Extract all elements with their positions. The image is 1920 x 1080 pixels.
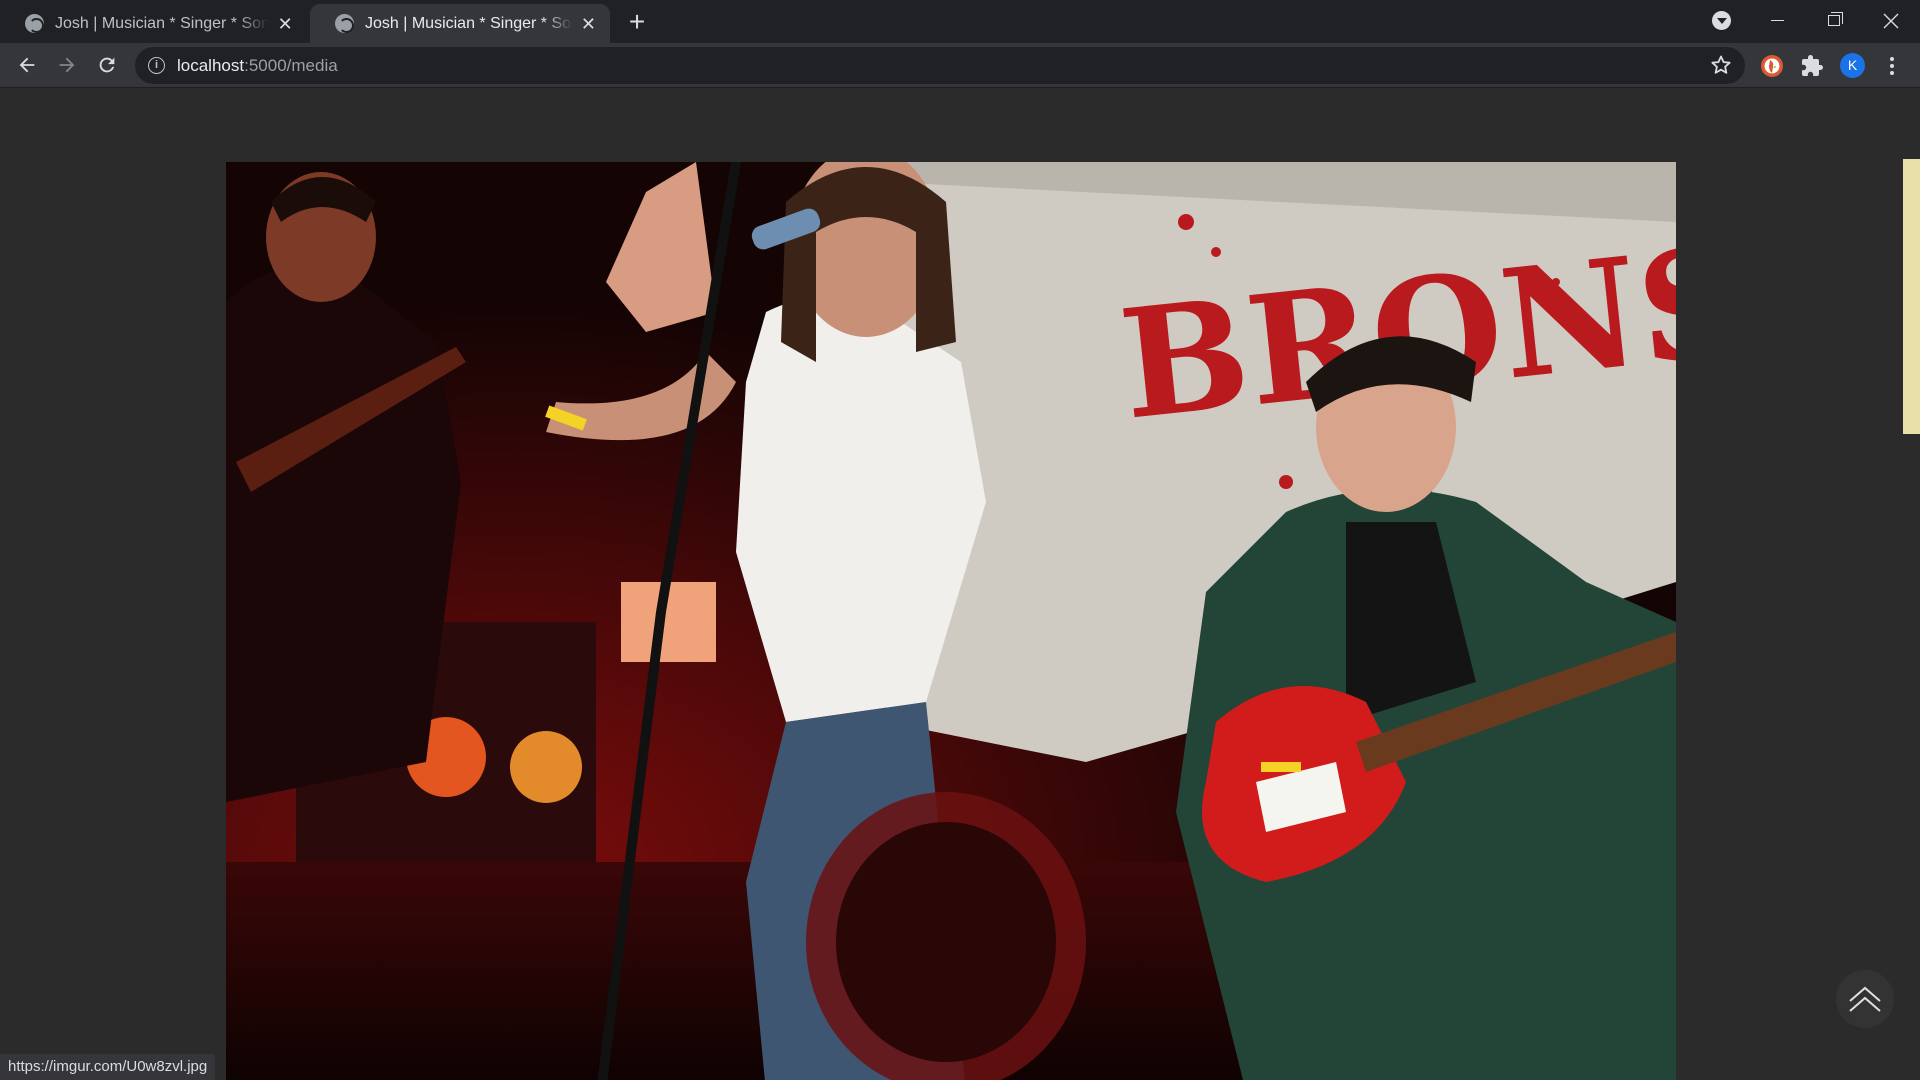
back-button[interactable] [10, 48, 44, 82]
restore-button[interactable] [1811, 4, 1857, 36]
link-status-bar: https://imgur.com/U0w8zvl.jpg [0, 1054, 216, 1080]
tab-close-icon[interactable]: ✕ [275, 14, 295, 34]
url-path: :5000/media [244, 56, 338, 75]
reload-button[interactable] [90, 48, 124, 82]
globe-icon [25, 14, 44, 33]
tab-close-icon[interactable]: ✕ [579, 14, 598, 34]
info-icon[interactable]: i [148, 57, 165, 74]
tab-title: Josh | Musician * Singer * Songwriter [365, 14, 573, 32]
star-icon[interactable] [1709, 53, 1733, 77]
close-window-button[interactable] [1868, 4, 1914, 36]
tab-strip: Josh | Musician * Singer * Songwriter ✕ … [0, 0, 1920, 43]
globe-icon [335, 14, 354, 33]
minimize-button[interactable] [1754, 4, 1800, 36]
band-photo[interactable]: BRONSON [226, 162, 1676, 1080]
tab-active[interactable]: Josh | Musician * Singer * Songwriter ✕ [310, 4, 610, 43]
puzzle-icon[interactable] [1800, 54, 1824, 78]
chevron-double-up-icon [1849, 986, 1881, 1012]
page-scrollbar-thumb[interactable] [1903, 159, 1920, 434]
close-icon [1883, 13, 1899, 29]
tab-inactive[interactable]: Josh | Musician * Singer * Songwriter ✕ [0, 4, 307, 43]
tab-title: Josh | Musician * Singer * Songwriter [55, 14, 270, 32]
forward-button[interactable] [50, 48, 84, 82]
tab-search-icon[interactable] [1712, 11, 1731, 30]
address-bar[interactable]: i localhost:5000/media [135, 47, 1745, 84]
arrow-right-icon [59, 57, 75, 73]
kebab-menu-icon[interactable] [1884, 53, 1900, 79]
minimize-icon [1770, 20, 1784, 22]
scroll-to-top-button[interactable] [1836, 970, 1894, 1028]
new-tab-button[interactable]: + [622, 8, 652, 38]
reload-icon [99, 57, 115, 73]
restore-icon [1828, 12, 1843, 27]
url-host: localhost [177, 56, 245, 75]
browser-toolbar: i localhost:5000/media K [0, 43, 1920, 88]
url-text[interactable]: localhost:5000/media [177, 56, 338, 76]
concert-photo-illustration: BRONSON [226, 162, 1676, 1080]
arrow-left-icon [19, 57, 35, 73]
profile-avatar[interactable]: K [1840, 53, 1865, 78]
page-content: BRONSON [0, 89, 1920, 1080]
duckduckgo-icon[interactable] [1760, 54, 1784, 78]
